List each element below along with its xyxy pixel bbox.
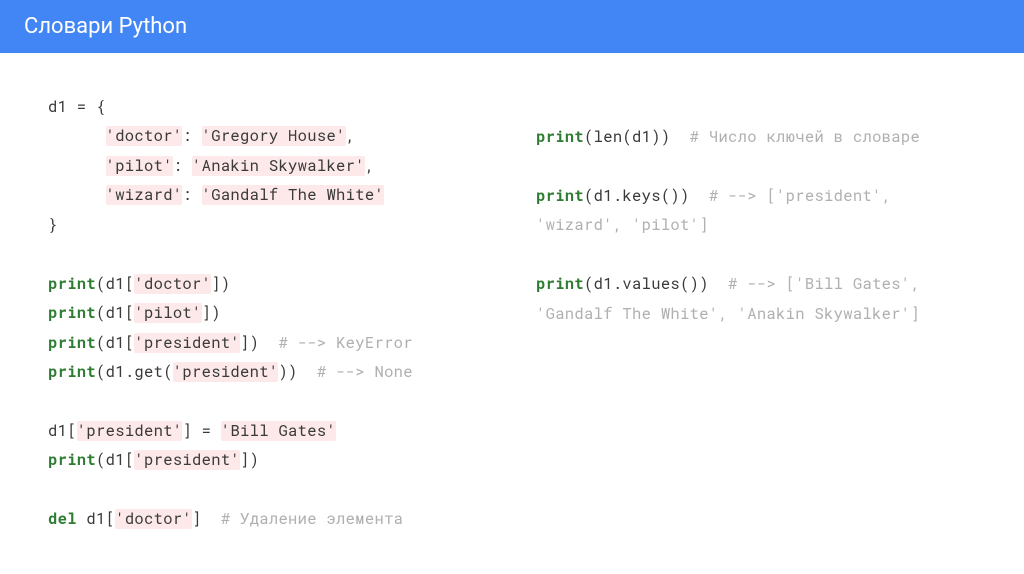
code-text: )) <box>278 362 316 382</box>
code-comment: # --> None <box>317 362 413 382</box>
code-text: (d1.keys()) <box>584 186 709 206</box>
code-text: : <box>182 126 201 146</box>
code-string: 'doctor' <box>115 509 192 529</box>
slide-header: Словари Python <box>0 0 1024 53</box>
code-line: } <box>48 215 58 235</box>
code-keyword: print <box>536 274 584 294</box>
code-keyword: del <box>48 509 77 529</box>
code-comment: # Число ключей в словаре <box>690 127 920 147</box>
code-keyword: print <box>48 450 96 470</box>
code-text: ]) <box>240 333 278 353</box>
code-comment: # Удаление элемента <box>221 509 403 529</box>
code-column-left: d1 = { 'doctor': 'Gregory House', 'pilot… <box>48 93 488 535</box>
code-string: 'Gandalf The White' <box>202 185 384 205</box>
code-text: (d1.get( <box>96 362 173 382</box>
code-text: (len(d1)) <box>584 127 690 147</box>
code-text: , <box>365 156 375 176</box>
code-text: ]) <box>211 274 230 294</box>
code-string: 'president' <box>134 333 240 353</box>
indent <box>48 185 106 205</box>
code-string: 'president' <box>173 362 279 382</box>
indent <box>48 126 106 146</box>
code-keyword: print <box>536 127 584 147</box>
code-line: d1 = { <box>48 97 106 117</box>
slide-content: d1 = { 'doctor': 'Gregory House', 'pilot… <box>0 53 1024 535</box>
code-keyword: print <box>48 274 96 294</box>
code-text: ]) <box>202 303 221 323</box>
code-keyword: print <box>48 303 96 323</box>
code-string: 'pilot' <box>134 303 201 323</box>
code-string: 'Anakin Skywalker' <box>192 156 365 176</box>
code-string: 'president' <box>77 421 183 441</box>
code-text: : <box>182 185 201 205</box>
code-string: 'pilot' <box>106 156 173 176</box>
code-text: (d1[ <box>96 333 134 353</box>
code-text: ]) <box>240 450 259 470</box>
code-string: 'doctor' <box>106 126 183 146</box>
slide-title: Словари Python <box>24 14 187 39</box>
code-text: ] = <box>182 421 220 441</box>
code-text: d1[ <box>48 421 77 441</box>
code-column-right: print(len(d1)) # Число ключей в словаре … <box>536 93 984 535</box>
code-comment: # --> KeyError <box>278 333 412 353</box>
code-string: 'doctor' <box>134 274 211 294</box>
code-string: 'wizard' <box>106 185 183 205</box>
code-text: (d1[ <box>96 274 134 294</box>
code-text: , <box>346 126 356 146</box>
code-keyword: print <box>48 333 96 353</box>
code-block-right: print(len(d1)) # Число ключей в словаре … <box>536 123 984 329</box>
code-string: 'Bill Gates' <box>221 421 336 441</box>
code-text: : <box>173 156 192 176</box>
code-keyword: print <box>536 186 584 206</box>
code-string: 'president' <box>134 450 240 470</box>
code-keyword: print <box>48 362 96 382</box>
code-block-left: d1 = { 'doctor': 'Gregory House', 'pilot… <box>48 93 488 535</box>
indent <box>48 156 106 176</box>
code-text: (d1.values()) <box>584 274 728 294</box>
code-text: d1[ <box>77 509 115 529</box>
code-text: ] <box>192 509 221 529</box>
code-string: 'Gregory House' <box>202 126 346 146</box>
code-text: (d1[ <box>96 450 134 470</box>
code-text: (d1[ <box>96 303 134 323</box>
